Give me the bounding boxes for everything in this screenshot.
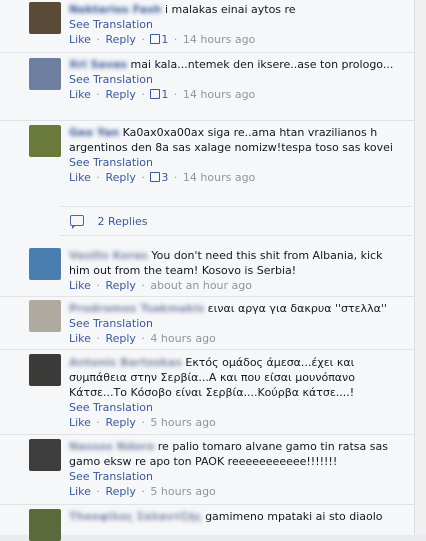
reply-link[interactable]: Reply [105, 279, 135, 292]
comment-item: Antonis Bartzokas Εκτός ομάδος άμεσα...έ… [0, 350, 414, 435]
comment-text: mai kala...ntemek den iksere..ase ton pr… [130, 58, 394, 71]
like-count[interactable]: 3 [150, 171, 168, 184]
comment-bubble-icon [70, 215, 84, 229]
comment-author[interactable]: Theoφiλος Σαλαντζής [69, 510, 202, 523]
like-count[interactable]: 1 [150, 88, 168, 101]
separator: · [141, 332, 145, 345]
timestamp[interactable]: 5 hours ago [150, 485, 215, 498]
like-link[interactable]: Like [69, 332, 91, 345]
like-link[interactable]: Like [69, 88, 91, 101]
thumbs-up-icon [150, 89, 161, 99]
comment-author[interactable]: Nektarios Fash [69, 3, 161, 16]
comment-author[interactable]: Antonis Bartzokas [69, 356, 182, 369]
comments-panel: Nektarios Fash i malakas einai aytos re … [0, 0, 415, 541]
comment-author[interactable]: Prodromos Tsakmakis [69, 302, 204, 315]
separator: · [96, 416, 100, 429]
separator: · [96, 332, 100, 345]
comment-text: gamimeno mpataki ai sto diaolo [205, 510, 383, 523]
reply-link[interactable]: Reply [105, 171, 135, 184]
like-link[interactable]: Like [69, 485, 91, 498]
comment-author[interactable]: Xri Savas [69, 58, 127, 71]
reply-link[interactable]: Reply [105, 416, 135, 429]
like-link[interactable]: Like [69, 416, 91, 429]
comment-author[interactable]: Geo Yan [69, 126, 119, 139]
see-translation-link[interactable]: See Translation [69, 73, 153, 86]
separator: · [96, 279, 100, 292]
like-link[interactable]: Like [69, 33, 91, 46]
avatar[interactable] [29, 509, 61, 541]
replies-row[interactable]: 2 Replies [60, 206, 412, 236]
timestamp[interactable]: 5 hours ago [150, 416, 215, 429]
timestamp[interactable]: about an hour ago [150, 279, 252, 292]
avatar[interactable] [29, 2, 61, 34]
view-replies-link[interactable]: 2 Replies [98, 215, 148, 228]
separator: · [141, 171, 145, 184]
separator: · [141, 416, 145, 429]
see-translation-link[interactable]: See Translation [69, 317, 153, 330]
avatar[interactable] [29, 354, 61, 386]
timestamp[interactable]: 14 hours ago [183, 33, 255, 46]
avatar[interactable] [29, 58, 61, 90]
comment-item: Nassos Ndoro re palio tomaro alvane gamo… [0, 435, 414, 505]
separator: · [173, 171, 178, 184]
comment-item: Vasilis Koras You don't need this shit f… [0, 244, 414, 297]
see-translation-link[interactable]: See Translation [69, 401, 153, 414]
scrollbar[interactable] [415, 0, 426, 535]
comment-item: Geo Yan Ka0ax0xa00ax siga re..ama htan v… [0, 121, 414, 205]
avatar[interactable] [29, 248, 61, 280]
timestamp[interactable]: 14 hours ago [183, 88, 255, 101]
see-translation-link[interactable]: See Translation [69, 156, 153, 169]
separator: · [141, 279, 145, 292]
comment-author[interactable]: Vasilis Koras [69, 249, 148, 262]
comment-item: Nektarios Fash i malakas einai aytos re … [0, 0, 414, 53]
comment-item: Theoφiλος Σαλαντζής gamimeno mpataki ai … [0, 505, 414, 541]
like-count[interactable]: 1 [150, 33, 168, 46]
thumbs-up-icon [150, 34, 161, 44]
avatar[interactable] [29, 300, 61, 332]
reply-link[interactable]: Reply [105, 33, 135, 46]
avatar[interactable] [29, 439, 61, 471]
separator: · [96, 33, 100, 46]
see-translation-link[interactable]: See Translation [69, 470, 153, 483]
reply-link[interactable]: Reply [105, 88, 135, 101]
comment-text: ειναι αργα για δακρυα ''στελλα'' [207, 302, 387, 315]
separator: · [141, 88, 145, 101]
avatar[interactable] [29, 125, 61, 157]
separator: · [96, 171, 100, 184]
separator: · [173, 88, 178, 101]
separator: · [173, 33, 178, 46]
like-link[interactable]: Like [69, 171, 91, 184]
thumbs-up-icon [150, 172, 161, 182]
timestamp[interactable]: 4 hours ago [150, 332, 215, 345]
separator: · [141, 33, 145, 46]
reply-link[interactable]: Reply [105, 332, 135, 345]
timestamp[interactable]: 14 hours ago [183, 171, 255, 184]
separator: · [96, 88, 100, 101]
reply-link[interactable]: Reply [105, 485, 135, 498]
comment-item: Xri Savas mai kala...ntemek den iksere..… [0, 53, 414, 121]
see-translation-link[interactable]: See Translation [69, 18, 153, 31]
comment-author[interactable]: Nassos Ndoro [69, 440, 154, 453]
separator: · [141, 485, 145, 498]
separator: · [96, 485, 100, 498]
comment-text: i malakas einai aytos re [164, 3, 296, 16]
like-link[interactable]: Like [69, 279, 91, 292]
comment-item: Prodromos Tsakmakis ειναι αργα για δακρυ… [0, 297, 414, 350]
